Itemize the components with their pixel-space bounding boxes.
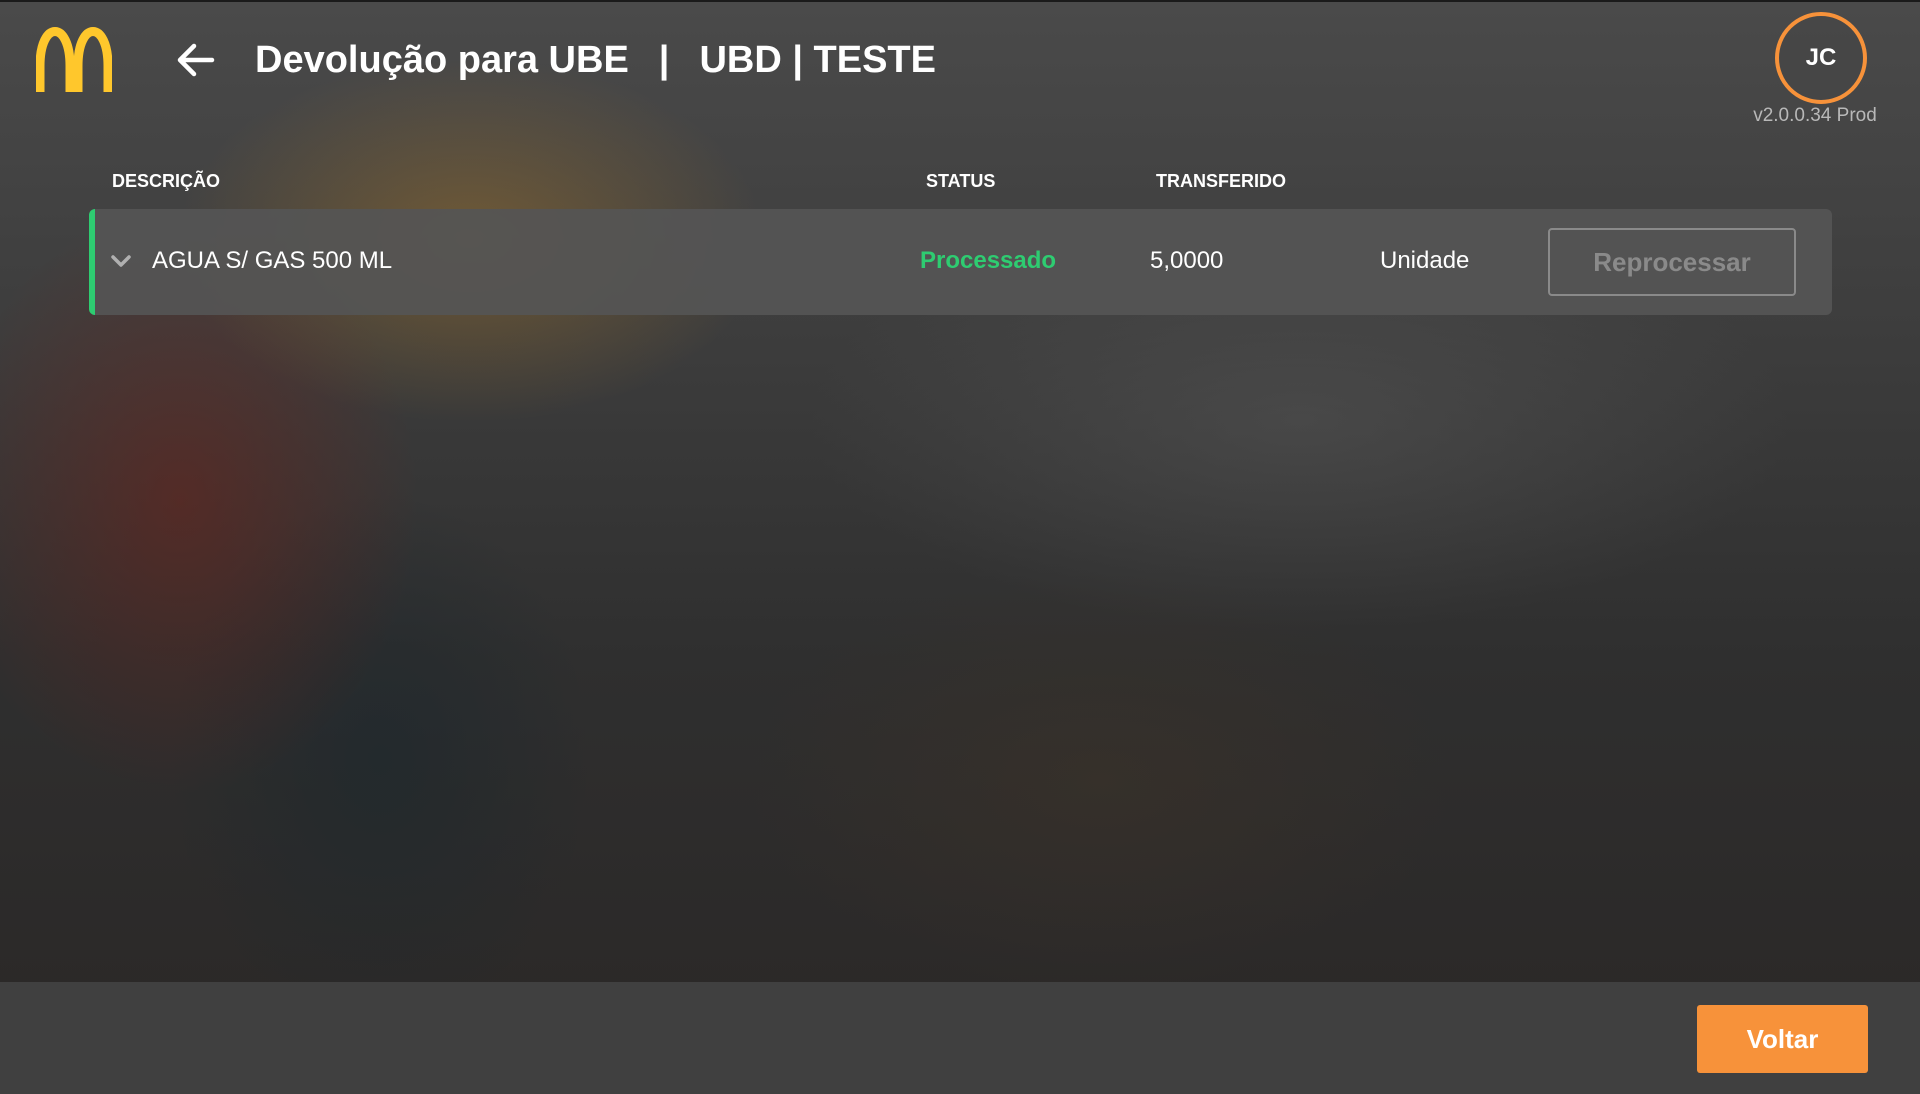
column-header-description: DESCRIÇÃO — [112, 171, 221, 191]
page-title-main: Devolução para UBE — [255, 39, 629, 81]
page-title: Devolução para UBE | UBD | TESTE — [255, 34, 936, 86]
column-header-transferred: TRANSFERIDO — [1156, 171, 1286, 191]
page-title-store: UBD | TESTE — [699, 39, 936, 81]
back-button[interactable]: Voltar — [1697, 1005, 1868, 1073]
top-border — [0, 0, 1920, 2]
arrow-left-icon[interactable] — [172, 36, 220, 84]
reprocess-button[interactable]: Reprocessar — [1548, 228, 1796, 296]
row-description: AGUA S/ GAS 500 ML — [152, 247, 393, 274]
background-photo — [0, 0, 1920, 1094]
row-status-badge: Processado — [920, 247, 1057, 274]
avatar[interactable]: JC — [1775, 12, 1867, 104]
mcdonalds-logo — [36, 27, 112, 92]
footer-bar — [0, 982, 1920, 1094]
column-header-status: STATUS — [926, 171, 996, 191]
avatar-initials: JC — [1805, 44, 1837, 71]
title-separator: | — [658, 39, 670, 81]
chevron-down-icon[interactable] — [111, 254, 131, 268]
row-transferred-quantity: 5,0000 — [1150, 247, 1224, 274]
version-label: v2.0.0.34 Prod — [1753, 105, 1877, 126]
row-unit: Unidade — [1380, 247, 1470, 274]
